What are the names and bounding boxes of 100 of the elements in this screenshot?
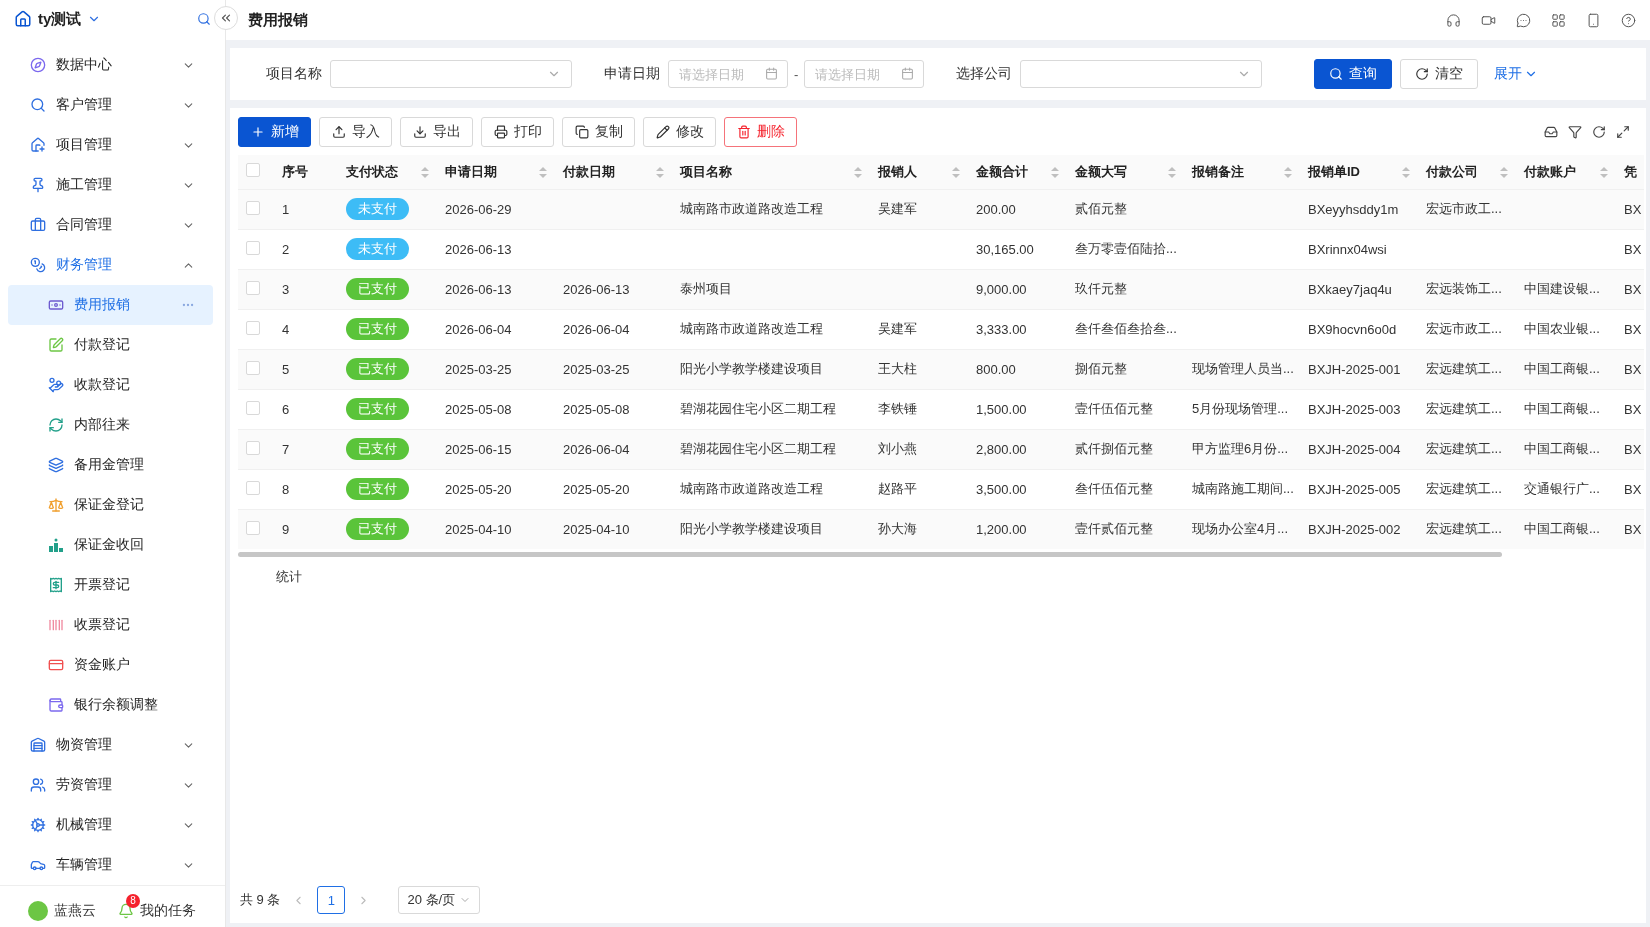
filter-button[interactable] — [1568, 125, 1582, 139]
expand-link[interactable]: 展开 — [1494, 65, 1539, 83]
checkbox[interactable] — [246, 400, 260, 415]
table-cell: 刘小燕 — [878, 441, 917, 456]
checkbox[interactable] — [246, 440, 260, 455]
app-link[interactable]: 蓝燕云 — [28, 892, 98, 921]
table-cell: 王大柱 — [878, 361, 917, 376]
sort-icon[interactable] — [421, 167, 429, 178]
sort-icon[interactable] — [952, 167, 960, 178]
nav-group[interactable]: 合同管理 — [0, 205, 225, 246]
date-separator: - — [794, 66, 799, 82]
brand-name[interactable]: ty测试 — [38, 9, 82, 29]
table-cell: BXJH-2025-001 — [1308, 361, 1401, 377]
headset-icon — [1446, 12, 1461, 28]
receipt-icon — [48, 577, 64, 594]
nav-group[interactable]: 财务管理 — [0, 245, 225, 286]
search-button[interactable] — [197, 12, 211, 27]
sort-icon[interactable] — [1168, 167, 1176, 178]
table-cell: 叁万零壹佰陆拾... — [1075, 241, 1177, 256]
nav-item[interactable]: 付款登记 — [8, 325, 213, 366]
tray-button[interactable] — [1544, 125, 1558, 139]
table-cell: 壹仟伍佰元整 — [1075, 401, 1153, 416]
tasks-link[interactable]: 8 我的任务 — [118, 893, 198, 920]
checkbox[interactable] — [246, 360, 260, 375]
collapse-button[interactable] — [214, 6, 238, 30]
sort-icon[interactable] — [1600, 167, 1608, 178]
toolbar-button[interactable]: 打印 — [481, 117, 554, 147]
company-select[interactable] — [1020, 60, 1263, 88]
chat-button[interactable] — [1516, 12, 1531, 28]
table-cell: 2025-05-20 — [563, 481, 630, 497]
hand-coin-icon — [48, 377, 64, 394]
nav-group[interactable]: 数据中心 — [0, 45, 225, 86]
nav-group[interactable]: 项目管理 — [0, 125, 225, 166]
sort-icon[interactable] — [656, 167, 664, 178]
column-header[interactable]: 序号 — [282, 163, 308, 179]
refresh-icon — [48, 417, 64, 434]
expand-button[interactable] — [1616, 125, 1630, 139]
toolbar-button[interactable]: 导入 — [319, 117, 392, 147]
sort-icon[interactable] — [854, 167, 862, 178]
page-button[interactable]: 1 — [317, 886, 346, 914]
checkbox[interactable] — [246, 480, 260, 495]
project-select[interactable] — [330, 60, 572, 88]
nav-item[interactable]: 收款登记 — [8, 365, 213, 406]
column-header[interactable]: 项目名称 — [680, 163, 732, 179]
column-header[interactable]: 报销人 — [878, 163, 917, 179]
table-cell: 宏远建筑工... — [1426, 401, 1502, 416]
toolbar-button[interactable]: 修改 — [643, 117, 716, 147]
sort-icon[interactable] — [539, 167, 547, 178]
nav-item[interactable]: 备用金管理 — [8, 445, 213, 486]
nav-group[interactable]: 客户管理 — [0, 85, 225, 126]
copy-icon — [574, 125, 589, 139]
nav-group[interactable]: 劳资管理 — [0, 765, 225, 806]
sort-icon[interactable] — [1500, 167, 1508, 178]
nav-item[interactable]: 费用报销 — [8, 285, 213, 326]
clear-button[interactable]: 清空 — [1400, 59, 1479, 89]
checkbox[interactable] — [246, 320, 260, 335]
toolbar-button[interactable]: 导出 — [400, 117, 473, 147]
toolbar-button[interactable]: 新增 — [238, 117, 311, 147]
calendar-icon[interactable] — [901, 67, 915, 80]
nav-item[interactable]: 保证金收回 — [8, 525, 213, 566]
checkbox[interactable] — [246, 280, 260, 295]
table-cell: 孙大海 — [878, 521, 917, 537]
phone-button[interactable] — [1586, 12, 1601, 28]
grid-button[interactable] — [1551, 12, 1566, 28]
refresh-button[interactable] — [1592, 125, 1606, 139]
nav-item[interactable]: 开票登记 — [8, 565, 213, 606]
date-field[interactable]: 请选择日期 — [668, 60, 788, 88]
sort-icon[interactable] — [1051, 167, 1059, 178]
toolbar-button[interactable]: 删除 — [724, 117, 797, 147]
table-cell: 200.00 — [976, 201, 1016, 217]
query-button[interactable]: 查询 — [1314, 59, 1393, 89]
date-field[interactable]: 请选择日期 — [804, 60, 925, 88]
table-cell: BX — [1624, 481, 1642, 497]
table-cell: 碧湖花园住宅小区二期工程 — [680, 441, 836, 456]
nav-item[interactable]: 保证金登记 — [8, 485, 213, 526]
nav-item[interactable]: 收票登记 — [8, 605, 213, 646]
checkbox[interactable] — [246, 163, 260, 178]
scrollbar[interactable] — [238, 552, 1502, 557]
table-cell: 2025-05-08 — [445, 401, 512, 417]
table-cell: BXkaey7jaq4u — [1308, 281, 1392, 297]
checkbox[interactable] — [246, 520, 260, 535]
checkbox[interactable] — [246, 240, 260, 255]
nav-group[interactable]: 机械管理 — [0, 805, 225, 846]
headset-button[interactable] — [1446, 12, 1461, 28]
nav-group[interactable]: 车辆管理 — [0, 845, 225, 886]
nav-item[interactable]: 资金账户 — [8, 645, 213, 686]
table-cell: 现场管理人员当... — [1192, 361, 1294, 376]
table-cell: 城南路施工期间... — [1192, 481, 1294, 496]
table-cell: 5月份现场管理... — [1192, 401, 1289, 416]
nav-item[interactable]: 银行余额调整 — [8, 685, 213, 726]
page-size-select[interactable]: 20 条/页 — [398, 886, 481, 914]
nav-group[interactable]: 施工管理 — [0, 165, 225, 206]
help-button[interactable] — [1621, 12, 1636, 28]
sort-icon[interactable] — [1284, 167, 1292, 178]
nav-item[interactable]: 内部往来 — [8, 405, 213, 446]
calendar-icon[interactable] — [765, 67, 778, 80]
sort-icon[interactable] — [1402, 167, 1410, 178]
nav-group[interactable]: 物资管理 — [0, 725, 225, 766]
checkbox[interactable] — [246, 200, 260, 215]
toolbar-button[interactable]: 复制 — [562, 117, 635, 147]
